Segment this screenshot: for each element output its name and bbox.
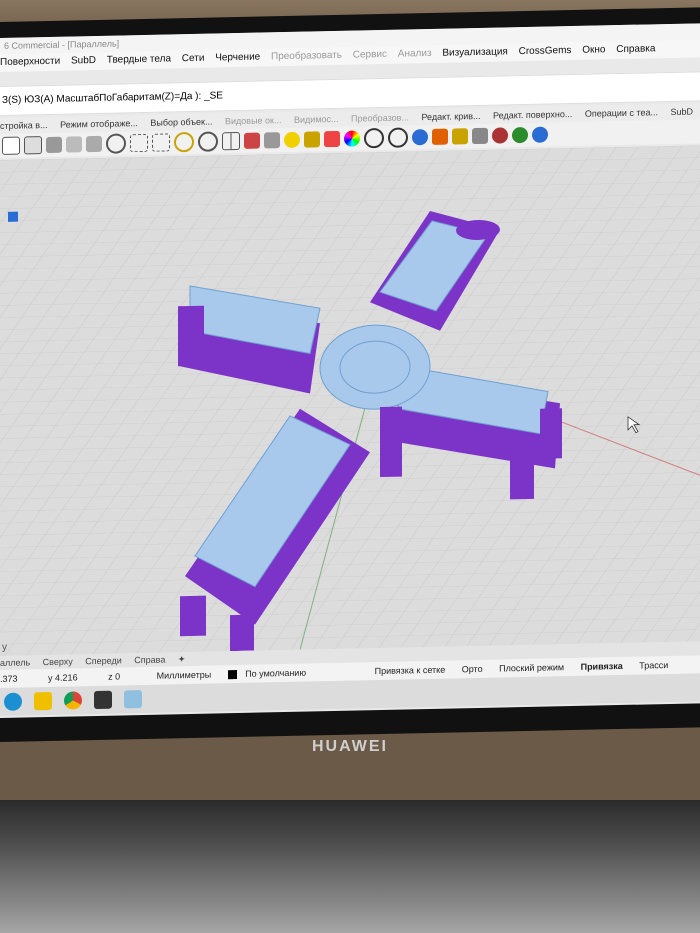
viewport-layout-icon[interactable]: [222, 131, 240, 151]
color-wheel-icon[interactable]: [344, 130, 360, 147]
zoom-window-icon[interactable]: [130, 133, 148, 153]
render-sphere-icon[interactable]: [512, 126, 528, 144]
planar-toggle[interactable]: Плоский режим: [499, 662, 564, 673]
app-icon[interactable]: [124, 690, 142, 709]
tower: [230, 614, 254, 652]
help-icon[interactable]: [532, 126, 548, 143]
menu-item-surfaces[interactable]: Поверхности: [0, 56, 60, 68]
perspective-viewport[interactable]: y x: [0, 145, 700, 656]
lock-icon[interactable]: [304, 131, 320, 148]
rhino-app-icon[interactable]: [94, 690, 112, 710]
pan-hand-icon[interactable]: [66, 136, 82, 153]
laptop-screen: 6 Commercial - [Параллель] Поверхности S…: [0, 23, 700, 718]
axis-y-label: y: [2, 642, 7, 653]
sphere-grid-icon[interactable]: [388, 127, 408, 148]
save-icon[interactable]: [24, 136, 42, 155]
add-tab-icon[interactable]: ✦: [178, 654, 186, 664]
tab-solid-ops[interactable]: Операции с теа...: [585, 107, 658, 119]
tab-surface-edit[interactable]: Редакт. поверхно...: [493, 109, 572, 121]
laptop-base: [0, 800, 700, 933]
menu-item-render[interactable]: Визуализация: [442, 46, 507, 58]
osnap-toggle[interactable]: Привязка: [581, 661, 623, 672]
coord-x: .373: [0, 673, 18, 684]
menu-item-drafting[interactable]: Черчение: [215, 52, 260, 64]
menu-item-transform[interactable]: Преобразовать: [271, 50, 342, 62]
tab-setup[interactable]: стройка в...: [0, 120, 48, 131]
coord-z: z 0: [108, 671, 121, 682]
tab-perspective[interactable]: аллель: [0, 657, 30, 668]
tower: [540, 408, 562, 459]
menu-item-window[interactable]: Окно: [582, 44, 605, 55]
tower: [380, 406, 402, 478]
viewport-canvas: y x: [0, 145, 700, 656]
light-bulb-icon[interactable]: [284, 131, 300, 149]
tab-top[interactable]: Сверху: [43, 656, 73, 667]
car-icon[interactable]: [244, 132, 260, 149]
smarttrack-toggle[interactable]: Трасси: [639, 660, 668, 671]
camera-icon[interactable]: [264, 132, 280, 149]
menu-item-solids[interactable]: Твердые тела: [107, 53, 171, 65]
undo-icon[interactable]: [46, 136, 62, 154]
gear-icon[interactable]: [452, 128, 468, 145]
menu-item-help[interactable]: Справка: [616, 43, 655, 55]
rotate-view-icon[interactable]: [198, 131, 218, 152]
tab-viewports[interactable]: Видовые ок...: [225, 115, 282, 126]
coord-y: y 4.216: [48, 672, 78, 683]
sphere-shaded-icon[interactable]: [412, 129, 428, 146]
menu-item-subd[interactable]: SubD: [71, 55, 96, 67]
tab-display-mode[interactable]: Режим отображе...: [60, 118, 138, 130]
chrome-icon[interactable]: [64, 691, 82, 710]
menu-item-meshes[interactable]: Сети: [182, 53, 205, 64]
layer-icon[interactable]: [324, 130, 340, 148]
tower: [178, 305, 204, 367]
brand-logo: HUAWEI: [312, 738, 388, 755]
menu-item-crossgems[interactable]: CrossGems: [519, 45, 572, 57]
menu-item-analyze[interactable]: Анализ: [398, 48, 432, 60]
tab-front[interactable]: Спереди: [85, 655, 121, 666]
tab-right[interactable]: Справа: [134, 655, 165, 666]
units-label[interactable]: Миллиметры: [157, 670, 212, 681]
new-file-icon[interactable]: [2, 136, 20, 155]
tab-transform[interactable]: Преобразов...: [351, 112, 409, 123]
edge-browser-icon[interactable]: [4, 692, 22, 711]
move-icon[interactable]: [86, 135, 102, 153]
tower: [510, 448, 534, 500]
layer-label[interactable]: По умолчанию: [245, 668, 306, 679]
menu-item-tools[interactable]: Сервис: [353, 49, 387, 61]
tab-select[interactable]: Выбор объек...: [150, 117, 212, 128]
layer-swatch-icon: [227, 670, 237, 680]
viewport-menu-icon[interactable]: [8, 211, 18, 222]
pointer-icon[interactable]: [432, 128, 448, 145]
file-explorer-icon[interactable]: [34, 691, 52, 711]
tab-curve-edit[interactable]: Редакт. крив...: [421, 111, 480, 122]
tab-subd[interactable]: SubD: [671, 106, 694, 116]
zoom-icon[interactable]: [106, 133, 126, 154]
tab-visibility[interactable]: Видимос...: [294, 114, 339, 125]
palette-icon[interactable]: [492, 127, 508, 144]
zoom-selected-icon[interactable]: [174, 131, 194, 153]
zoom-extents-icon[interactable]: [152, 133, 170, 152]
options-icon[interactable]: [472, 127, 488, 145]
ortho-toggle[interactable]: Орто: [462, 664, 483, 674]
sphere-wire-icon[interactable]: [364, 127, 384, 149]
snap-grid-toggle[interactable]: Привязка к сетке: [375, 665, 446, 676]
tower: [180, 595, 206, 637]
